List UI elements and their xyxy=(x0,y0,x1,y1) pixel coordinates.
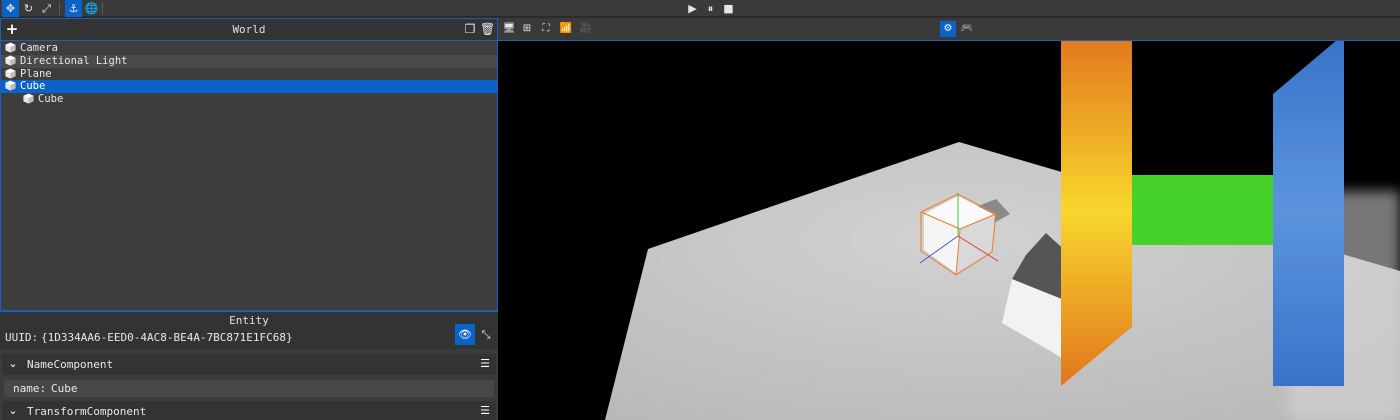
play-icon[interactable]: ▶ xyxy=(684,0,701,17)
visibility-eye-icon[interactable]: 👁 xyxy=(455,324,475,345)
name-component-header[interactable]: ⌄ NameComponent ☰ xyxy=(2,354,496,375)
tree-item-label: Camera xyxy=(20,42,58,54)
pause-icon[interactable]: ⏸ xyxy=(702,0,719,17)
blue-bar xyxy=(1273,41,1344,386)
uuid-label: UUID: xyxy=(5,331,39,344)
toolbar-separator xyxy=(59,2,60,15)
display-icon[interactable]: 🖥 xyxy=(501,21,517,37)
tree-item[interactable]: Directional Light xyxy=(1,54,497,68)
duplicate-entity-icon[interactable]: ❐ xyxy=(463,22,477,37)
stats-icon[interactable]: 📶 xyxy=(558,21,574,37)
viewport-toolbar: 🖥 ⊞ ⛶ 📶 🎥 ⚙ 🎮 xyxy=(498,18,1400,41)
transform-component-header[interactable]: ⌄ TransformComponent ☰ xyxy=(2,401,496,420)
collapse-icon[interactable]: ⤡ xyxy=(477,324,495,345)
component-title: TransformComponent xyxy=(27,405,147,418)
scene-render xyxy=(605,41,1400,420)
world-panel-header: + World ❐ 🗑 xyxy=(1,19,497,41)
orange-bar xyxy=(1061,41,1132,386)
tree-item[interactable]: Cube xyxy=(1,93,497,106)
chevron-down-icon[interactable]: ⌄ xyxy=(6,404,20,418)
grid-icon[interactable]: ⊞ xyxy=(519,21,535,37)
uuid-row: UUID: {1D334AA6-EED0-4AC8-BE4A-7BC871E1F… xyxy=(0,327,498,349)
world-panel: + World ❐ 🗑 Camera Directional Light Plane… xyxy=(0,18,498,311)
camera-icon[interactable]: 🎥 xyxy=(578,21,594,37)
cube-icon xyxy=(5,68,16,79)
component-menu-icon[interactable]: ☰ xyxy=(478,404,492,418)
delete-entity-icon[interactable]: 🗑 xyxy=(480,22,495,37)
name-field-label: name: xyxy=(13,382,47,395)
entity-panel-title: Entity xyxy=(229,314,269,327)
scene-viewport[interactable] xyxy=(498,41,1400,420)
tree-item[interactable]: Plane xyxy=(1,68,497,81)
translate-icon[interactable]: ✥ xyxy=(2,0,19,17)
tree-item-label: Cube xyxy=(20,80,46,93)
cube-icon xyxy=(5,42,16,53)
world-space-icon[interactable]: 🌐 xyxy=(83,0,100,17)
cube-icon xyxy=(5,80,16,91)
local-space-icon[interactable]: ⚓ xyxy=(65,0,82,17)
cube-icon xyxy=(5,55,16,66)
chevron-down-icon[interactable]: ⌄ xyxy=(6,357,20,371)
name-field-input[interactable]: Cube xyxy=(51,382,78,395)
scene-camera-icon[interactable]: ⚙ xyxy=(940,21,956,37)
uuid-value: {1D334AA6-EED0-4AC8-BE4A-7BC871E1FC68} xyxy=(41,331,293,344)
tree-item-label: Cube xyxy=(38,93,64,106)
toolbar-separator xyxy=(102,2,103,15)
cube-icon xyxy=(23,93,34,104)
world-panel-title: World xyxy=(232,23,266,36)
tree-item[interactable]: Cube xyxy=(1,80,497,94)
main-toolbar: ✥ ↻ ⤢ ⚓ 🌐 ▶ ⏸ ■ xyxy=(0,0,1400,17)
green-bar xyxy=(1131,175,1274,245)
gamepad-icon[interactable]: 🎮 xyxy=(959,21,975,37)
rotate-icon[interactable]: ↻ xyxy=(20,0,37,17)
tree-item-label: Directional Light xyxy=(20,54,128,67)
component-title: NameComponent xyxy=(27,358,114,371)
tree-item-label: Plane xyxy=(20,67,52,80)
frame-icon[interactable]: ⛶ xyxy=(538,21,554,37)
tree-item[interactable]: Camera xyxy=(1,42,497,55)
entity-tree: Camera Directional Light Plane Cube Cube xyxy=(1,42,497,106)
scale-icon[interactable]: ⤢ xyxy=(38,0,55,17)
stop-icon[interactable]: ■ xyxy=(720,0,737,17)
name-field-row: name: Cube xyxy=(4,380,494,397)
component-menu-icon[interactable]: ☰ xyxy=(478,357,492,371)
entity-panel-header: Entity xyxy=(0,311,498,327)
